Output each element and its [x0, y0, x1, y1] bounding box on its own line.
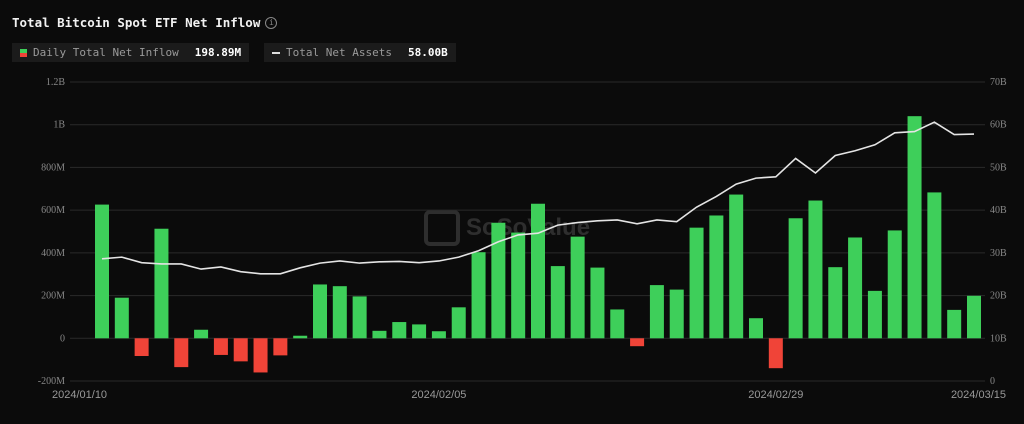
bar — [550, 266, 565, 339]
bar — [768, 338, 783, 369]
bar — [689, 227, 704, 339]
bar — [610, 309, 625, 339]
bar — [907, 116, 922, 339]
right-tick-label: 60B — [990, 120, 1007, 131]
right-tick-label: 10B — [990, 333, 1007, 344]
bar — [649, 285, 664, 339]
bar — [392, 322, 407, 339]
bar — [590, 267, 605, 339]
bar — [174, 338, 189, 368]
bar — [848, 237, 863, 339]
x-tick-label: 2024/03/15 — [951, 389, 1006, 401]
bar — [867, 290, 882, 339]
x-tick-label: 2024/02/05 — [411, 389, 466, 401]
left-tick-label: 0 — [60, 333, 65, 344]
bar — [788, 218, 803, 339]
bar — [154, 228, 169, 339]
bar — [471, 252, 486, 339]
bar — [313, 284, 327, 339]
right-tick-label: 40B — [990, 205, 1007, 216]
bar — [213, 338, 228, 355]
bar — [729, 194, 744, 339]
bar — [431, 331, 446, 339]
bar — [114, 297, 129, 339]
bar — [293, 335, 308, 339]
bar — [927, 192, 942, 339]
left-tick-label: 600M — [41, 205, 65, 216]
right-tick-label: 70B — [990, 77, 1007, 88]
bar — [332, 286, 347, 339]
x-tick-label: 2024/02/29 — [748, 389, 803, 401]
right-tick-label: 20B — [990, 291, 1007, 302]
bar — [669, 289, 684, 339]
bar — [630, 338, 645, 347]
bar — [570, 236, 585, 339]
left-tick-label: 1.2B — [46, 77, 66, 88]
left-tick-label: 400M — [41, 248, 65, 259]
bar — [253, 338, 268, 373]
left-tick-label: 1B — [53, 120, 65, 131]
bar — [531, 203, 545, 339]
bar — [233, 338, 248, 362]
bar — [828, 267, 843, 339]
bar — [134, 338, 149, 357]
chart-area: -200M 0 200M 400M 600M 800M 1B 1.2B 0 10B 20B 30B 40… — [38, 77, 1007, 401]
bar — [511, 232, 526, 339]
bar — [372, 330, 387, 339]
right-tick-label: 30B — [990, 248, 1007, 259]
bar — [412, 324, 427, 339]
left-tick-label: 200M — [41, 291, 65, 302]
bar — [194, 329, 209, 339]
bar — [808, 200, 823, 339]
bar — [352, 296, 367, 339]
left-tick-label: -200M — [38, 376, 65, 387]
bar — [749, 318, 763, 339]
bar — [451, 307, 466, 339]
left-tick-label: 800M — [41, 162, 65, 173]
bar — [967, 295, 981, 339]
bar — [95, 204, 109, 339]
bar — [273, 338, 288, 356]
right-tick-label: 50B — [990, 162, 1007, 173]
right-tick-label: 0 — [990, 376, 995, 387]
bar — [947, 309, 962, 339]
bar — [887, 230, 902, 339]
x-tick-label: 2024/01/10 — [52, 389, 107, 401]
bar — [709, 215, 724, 339]
